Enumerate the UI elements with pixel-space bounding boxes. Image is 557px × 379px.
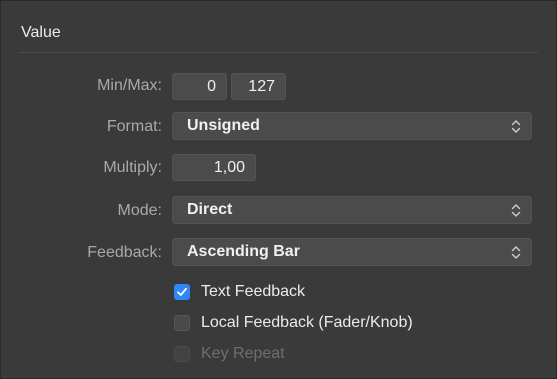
checkmark-icon xyxy=(177,287,187,296)
max-value-field[interactable]: 127 xyxy=(231,73,286,100)
chevron-up-down-icon xyxy=(511,204,521,217)
chevron-up-down-icon xyxy=(511,246,521,259)
mode-label: Mode: xyxy=(117,202,162,219)
key-repeat-label: Key Repeat xyxy=(201,345,285,362)
min-value-field[interactable]: 0 xyxy=(172,73,227,100)
mode-select[interactable]: Direct xyxy=(172,196,532,224)
local-feedback-checkbox[interactable] xyxy=(174,315,190,331)
feedback-select-value: Ascending Bar xyxy=(187,243,300,260)
mode-select-value: Direct xyxy=(187,201,233,218)
key-repeat-checkbox xyxy=(174,346,190,362)
chevron-up-down-icon xyxy=(511,120,521,133)
text-feedback-checkbox[interactable] xyxy=(174,284,190,300)
multiply-field[interactable]: 1,00 xyxy=(172,154,256,181)
format-select-value: Unsigned xyxy=(187,117,260,134)
local-feedback-label: Local Feedback (Fader/Knob) xyxy=(201,314,413,331)
text-feedback-label: Text Feedback xyxy=(201,283,306,300)
min-max-label: Min/Max: xyxy=(97,77,162,94)
feedback-label: Feedback: xyxy=(87,244,162,261)
section-title: Value xyxy=(21,24,61,41)
format-label: Format: xyxy=(106,118,162,135)
feedback-select[interactable]: Ascending Bar xyxy=(172,238,532,266)
value-section-header[interactable]: Value xyxy=(1,1,556,53)
value-inspector-panel: Value Min/Max: 0 127 Format: Unsigned Mu… xyxy=(0,0,557,379)
multiply-label: Multiply: xyxy=(103,159,162,176)
format-select[interactable]: Unsigned xyxy=(172,112,532,140)
section-divider xyxy=(19,52,538,53)
